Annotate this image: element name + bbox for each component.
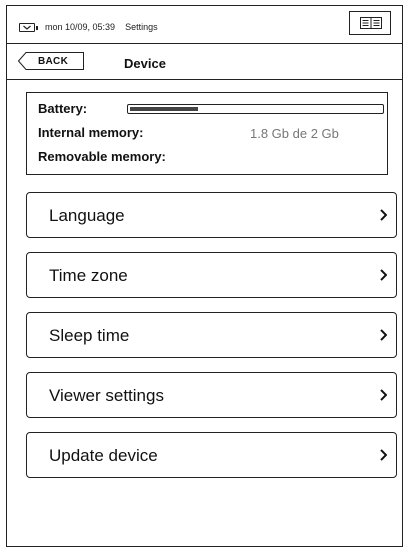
status-text: mon 10/09, 05:39 Settings [45,22,158,32]
removable-memory-label: Removable memory: [38,149,166,164]
battery-charging-icon [19,23,38,32]
menu-item-label: Language [49,206,125,225]
chevron-right-icon [380,449,387,461]
device-info-panel: Battery: Internal memory: 1.8 Gb de 2 Gb… [26,92,388,175]
back-button-label: BACK [38,56,69,67]
menu-item-label: Viewer settings [49,386,164,405]
menu-grid-icon [360,17,382,29]
battery-label: Battery: [38,101,88,116]
internal-memory-label: Internal memory: [38,125,144,140]
status-datetime: mon 10/09, 05:39 [45,22,116,32]
internal-memory-value: 1.8 Gb de 2 Gb [250,126,339,141]
menu-item-time-zone[interactable]: Time zone [26,252,397,298]
menu-item-update-device[interactable]: Update device [26,432,397,478]
chevron-right-icon [380,389,387,401]
page-title: Device [124,56,166,71]
menu-item-label: Time zone [49,266,128,285]
chevron-right-icon [380,269,387,281]
menu-item-sleep-time[interactable]: Sleep time [26,312,397,358]
page-header: BACK Device [7,44,402,80]
status-bar: mon 10/09, 05:39 Settings [7,6,402,44]
menu-item-label: Sleep time [49,326,130,345]
device-screen: mon 10/09, 05:39 Settings BACK Device Ba… [6,5,403,547]
menu-item-language[interactable]: Language [26,192,397,238]
back-button[interactable]: BACK [18,52,84,70]
menu-button[interactable] [349,11,391,35]
battery-level-fill [130,107,198,111]
chevron-right-icon [380,329,387,341]
battery-level-bar [127,104,384,114]
menu-item-label: Update device [49,446,158,465]
chevron-right-icon [380,209,387,221]
status-app-name: Settings [125,22,158,32]
menu-item-viewer-settings[interactable]: Viewer settings [26,372,397,418]
